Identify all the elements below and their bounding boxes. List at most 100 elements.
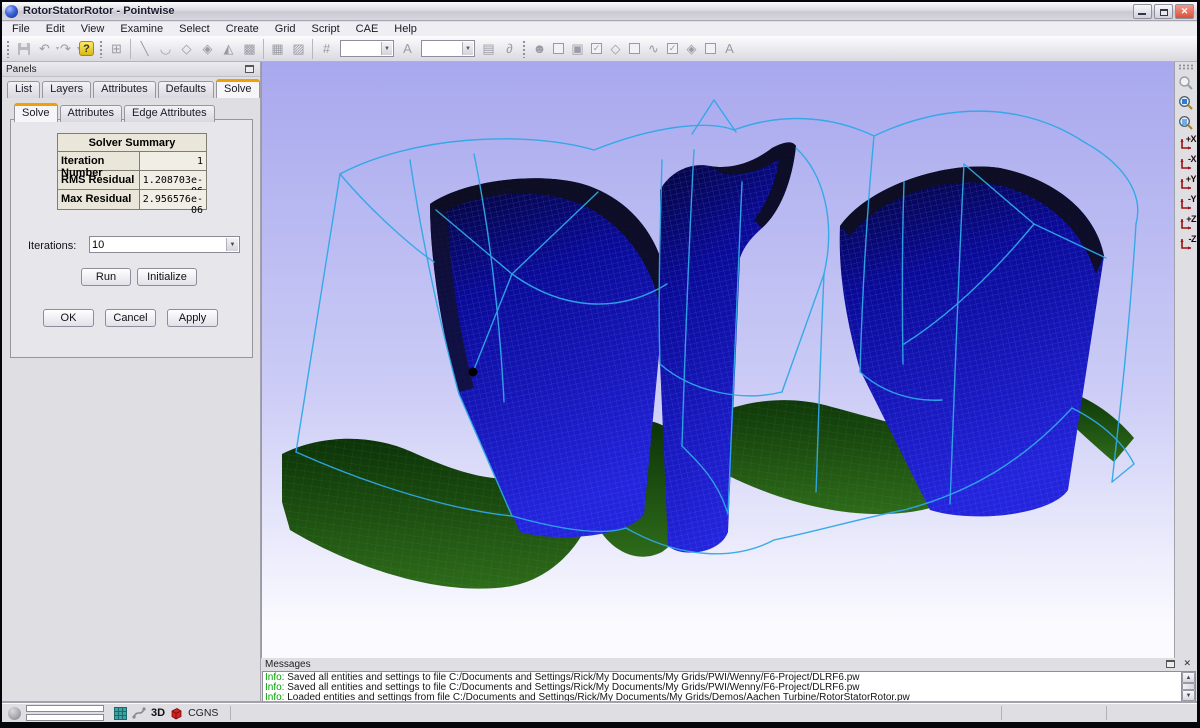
redo-icon[interactable]: ↷: [55, 38, 76, 59]
status-field-top: [26, 705, 104, 712]
scroll-down-icon[interactable]: ▼: [1182, 690, 1195, 701]
attribute-combobox[interactable]: ▼: [421, 40, 475, 57]
menu-edit[interactable]: Edit: [38, 22, 73, 36]
view-minus-z-button[interactable]: -Z: [1176, 233, 1196, 253]
spacing-visibility-icon[interactable]: ◈: [681, 38, 702, 59]
messages-scrollbar[interactable]: ▲ ▼: [1181, 671, 1196, 702]
toolbar-drag-handle[interactable]: [99, 40, 104, 58]
panels-title: Panels: [6, 64, 37, 75]
view-plus-x-button[interactable]: +X: [1176, 133, 1196, 153]
statusbar-separator: [230, 706, 231, 720]
panels-dock: Panels List Layers Attributes Defaults S…: [2, 62, 261, 703]
menu-create[interactable]: Create: [218, 22, 267, 36]
subtab-solve[interactable]: Solve: [14, 103, 58, 122]
tab-defaults[interactable]: Defaults: [158, 81, 214, 98]
zoom-previous-icon[interactable]: [1176, 73, 1196, 93]
apply-button[interactable]: Apply: [167, 309, 218, 327]
viewport-3d[interactable]: [261, 62, 1174, 658]
view-plus-z-button[interactable]: +Z: [1176, 213, 1196, 233]
tab-solve[interactable]: Solve: [216, 79, 260, 98]
dimension-combobox[interactable]: ▼: [340, 40, 394, 57]
messages-header: Messages ✕: [261, 658, 1197, 671]
attribute-icon[interactable]: A: [397, 38, 418, 59]
menu-select[interactable]: Select: [171, 22, 218, 36]
new-layer-icon[interactable]: ⊞: [106, 38, 127, 59]
subtab-edge-attributes[interactable]: Edge Attributes: [124, 105, 215, 122]
chevron-down-icon[interactable]: ▼: [226, 238, 238, 251]
cancel-button[interactable]: Cancel: [105, 309, 156, 327]
menu-script[interactable]: Script: [304, 22, 348, 36]
scroll-up-icon[interactable]: ▲: [1182, 672, 1195, 683]
minimize-button[interactable]: [1133, 4, 1152, 19]
rms-residual-label: RMS Residual: [58, 171, 140, 189]
iterations-input[interactable]: [92, 238, 222, 251]
initialize-button[interactable]: Initialize: [137, 268, 197, 286]
main-toolbar: ↶ ↷ ? ⊞ ╲ ◡ ◇ ◈ ◭ ▩ ▦ ▨ # ▼ A ▼ ▤ ∂ ☻ ▣ …: [2, 36, 1197, 62]
toolbar-drag-handle[interactable]: [522, 40, 527, 58]
toolbar-drag-handle[interactable]: [6, 40, 11, 58]
help-button[interactable]: ?: [76, 38, 97, 59]
tab-list[interactable]: List: [7, 81, 40, 98]
mask-checkbox[interactable]: [553, 43, 564, 54]
save-icon[interactable]: [13, 38, 34, 59]
label-visibility-icon[interactable]: A: [719, 38, 740, 59]
tab-attributes[interactable]: Attributes: [93, 81, 155, 98]
view-toolbar: +X -X +Y -Y +Z -Z: [1174, 62, 1197, 658]
menu-view[interactable]: View: [73, 22, 113, 36]
messages-list[interactable]: Info: Saved all entities and settings to…: [262, 671, 1196, 702]
connector-checkbox[interactable]: ✓: [667, 43, 678, 54]
status-sphere-icon: [8, 707, 21, 720]
scrollbar-thumb[interactable]: [1182, 683, 1195, 690]
create-meshed-domain-icon[interactable]: ◈: [197, 38, 218, 59]
iterations-combobox[interactable]: ▼: [89, 236, 240, 253]
menu-file[interactable]: File: [4, 22, 38, 36]
view-minus-x-button[interactable]: -X: [1176, 153, 1196, 173]
close-button[interactable]: ✕: [1175, 4, 1194, 19]
menu-cae[interactable]: CAE: [348, 22, 387, 36]
run-button[interactable]: Run: [81, 268, 131, 286]
ok-button[interactable]: OK: [43, 309, 94, 327]
max-residual-value: 2.956576e-06: [140, 190, 206, 209]
subtab-attributes[interactable]: Attributes: [60, 105, 122, 122]
structured-grid-icon[interactable]: ▦: [267, 38, 288, 59]
table-row: Iteration Number 1: [58, 152, 206, 171]
mask-icon[interactable]: ☻: [529, 38, 550, 59]
partial-derivative-icon[interactable]: ∂: [499, 38, 520, 59]
zoom-extents-icon[interactable]: [1176, 113, 1196, 133]
tab-layers[interactable]: Layers: [42, 81, 91, 98]
undo-icon[interactable]: ↶: [34, 38, 55, 59]
create-domain-icon[interactable]: ◇: [176, 38, 197, 59]
axis-label: +Y: [1186, 174, 1196, 184]
stack-icon[interactable]: ▤: [478, 38, 499, 59]
dimension-icon[interactable]: #: [316, 38, 337, 59]
menu-examine[interactable]: Examine: [112, 22, 171, 36]
create-block-icon[interactable]: ▩: [239, 38, 260, 59]
rotor-stator-rotor-model: [262, 62, 1175, 658]
menu-help[interactable]: Help: [386, 22, 425, 36]
spacing-checkbox[interactable]: [705, 43, 716, 54]
restore-button[interactable]: [1154, 4, 1173, 19]
menu-grid[interactable]: Grid: [267, 22, 304, 36]
restore-icon: [1160, 9, 1168, 16]
unstructured-grid-icon[interactable]: ▨: [288, 38, 309, 59]
solver-summary-title: Solver Summary: [58, 134, 206, 152]
create-segment-icon[interactable]: ╲: [134, 38, 155, 59]
block-visibility-icon[interactable]: ▣: [567, 38, 588, 59]
messages-close-icon[interactable]: ✕: [1183, 658, 1191, 669]
create-extrude-icon[interactable]: ◭: [218, 38, 239, 59]
connector-visibility-icon[interactable]: ∿: [643, 38, 664, 59]
zoom-box-icon[interactable]: [1176, 93, 1196, 113]
block-checkbox[interactable]: ✓: [591, 43, 602, 54]
view-minus-y-button[interactable]: -Y: [1176, 193, 1196, 213]
domain-visibility-icon[interactable]: ◇: [605, 38, 626, 59]
window-title: RotorStatorRotor - Pointwise: [23, 5, 1133, 17]
toolbar-drag-handle[interactable]: [1178, 64, 1194, 70]
domain-checkbox[interactable]: [629, 43, 640, 54]
toolbar-separator: [263, 39, 264, 59]
point-marker: [469, 368, 478, 377]
messages-float-icon[interactable]: [1166, 660, 1175, 668]
create-curve-icon[interactable]: ◡: [155, 38, 176, 59]
minimize-icon: [1138, 13, 1146, 15]
panel-float-icon[interactable]: [245, 65, 254, 73]
view-plus-y-button[interactable]: +Y: [1176, 173, 1196, 193]
